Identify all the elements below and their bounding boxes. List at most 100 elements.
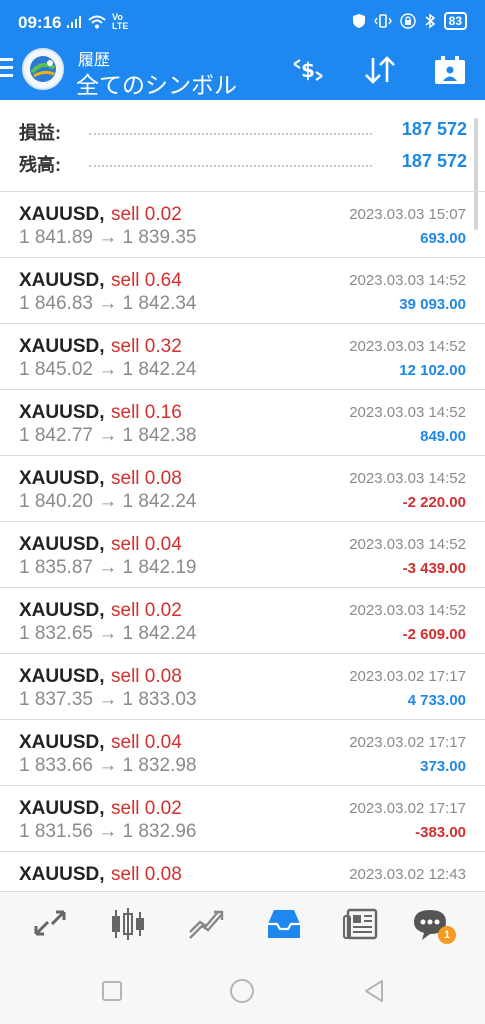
deal-profit: 39 093.00 — [399, 296, 466, 313]
deal-type: sell 0.08 — [111, 864, 182, 885]
deal-prices: 1 845.02 → 1 842.24 — [19, 359, 197, 380]
deal-type: sell 0.04 — [111, 534, 182, 555]
deal-profit: 12 102.00 — [399, 362, 466, 379]
deal-prices: 1 835.87 → 1 842.19 — [19, 557, 197, 578]
deal-row[interactable]: XAUUSD, sell 0.04 1 833.66 → 1 832.98 2023.… — [0, 720, 485, 786]
app-title: 全てのシンボル — [76, 72, 237, 98]
deal-row[interactable]: XAUUSD, sell 0.16 1 842.77 → 1 842.38 2023.… — [0, 390, 485, 456]
home-button[interactable] — [228, 977, 256, 1005]
bluetooth-icon — [425, 13, 435, 29]
deal-prices: 1 832.65 → 1 842.24 — [19, 623, 197, 644]
balance-dots — [89, 165, 372, 167]
deal-row[interactable]: XAUUSD, sell 0.08 2023.03.02 12:43 — [0, 852, 485, 891]
deal-row[interactable]: XAUUSD, sell 0.02 1 831.56 → 1 832.96 2023.… — [0, 786, 485, 852]
balance-label: 残高: — [19, 155, 61, 175]
deal-type: sell 0.64 — [111, 270, 182, 291]
deal-symbol: XAUUSD, — [19, 468, 105, 489]
svg-text:$: $ — [301, 58, 315, 82]
deal-symbol: XAUUSD, — [19, 600, 105, 621]
deal-row[interactable]: XAUUSD, sell 0.02 1 841.89 → 1 839.35 2023.… — [0, 192, 485, 258]
status-bar: 09:16 Vo LTE 83 — [0, 0, 485, 44]
deal-time: 2023.03.03 14:52 — [349, 602, 466, 619]
wifi-icon — [88, 15, 106, 29]
balance-row: 残高: 187 572 — [19, 151, 467, 179]
signal-icon — [67, 16, 81, 28]
deal-type: sell 0.04 — [111, 732, 182, 753]
currency-exchange-icon[interactable]: $ — [290, 54, 326, 86]
deal-profit: 373.00 — [420, 758, 466, 775]
vibrate-icon — [373, 14, 392, 28]
bottom-nav: 1 — [0, 891, 485, 957]
deal-prices: 1 833.66 → 1 832.98 — [19, 755, 197, 776]
deal-prices: 1 846.83 → 1 842.34 — [19, 293, 197, 314]
deal-time: 2023.03.02 17:17 — [349, 668, 466, 685]
deal-profit: -383.00 — [415, 824, 466, 841]
chart-icon[interactable] — [106, 904, 150, 944]
deal-symbol: XAUUSD, — [19, 864, 105, 885]
deal-symbol: XAUUSD, — [19, 336, 105, 357]
quotes-icon[interactable] — [28, 904, 72, 944]
system-nav-bar — [0, 957, 485, 1024]
messages-badge: 1 — [438, 926, 456, 944]
deal-type: sell 0.02 — [111, 204, 182, 225]
calendar-icon[interactable] — [432, 54, 468, 86]
back-button[interactable] — [360, 977, 388, 1005]
history-icon[interactable] — [262, 904, 306, 944]
deal-row[interactable]: XAUUSD, sell 0.64 1 846.83 → 1 842.34 2023.… — [0, 258, 485, 324]
deal-row[interactable]: XAUUSD, sell 0.08 1 837.35 → 1 833.03 2023.… — [0, 654, 485, 720]
trade-icon[interactable] — [184, 904, 228, 944]
status-left-icons: Vo LTE — [66, 13, 134, 31]
deal-symbol: XAUUSD, — [19, 204, 105, 225]
profit-label: 損益: — [19, 123, 61, 143]
deals-list[interactable]: XAUUSD, sell 0.02 1 841.89 → 1 839.35 2023.… — [0, 191, 485, 891]
status-right-icons: 83 — [352, 12, 467, 30]
menu-icon[interactable] — [0, 58, 14, 80]
news-icon[interactable] — [340, 904, 384, 944]
app-bar: 履歴 全てのシンボル $ — [0, 44, 485, 100]
app-logo-icon — [22, 48, 64, 90]
lock-icon — [399, 13, 416, 29]
deal-time: 2023.03.03 15:07 — [349, 206, 466, 223]
deal-profit: -3 439.00 — [402, 560, 466, 577]
deal-time: 2023.03.03 14:52 — [349, 272, 466, 289]
deal-row[interactable]: XAUUSD, sell 0.32 1 845.02 → 1 842.24 2023.… — [0, 324, 485, 390]
deal-type: sell 0.32 — [111, 336, 182, 357]
deal-time: 2023.03.03 14:52 — [349, 338, 466, 355]
deal-symbol: XAUUSD, — [19, 666, 105, 687]
profit-row: 損益: 187 572 — [19, 119, 467, 147]
network-label: Vo LTE — [112, 12, 129, 31]
deal-profit: 849.00 — [420, 428, 466, 445]
deal-type: sell 0.02 — [111, 600, 182, 621]
profit-value: 187 572 — [401, 119, 467, 139]
deal-type: sell 0.16 — [111, 402, 182, 423]
sort-icon[interactable] — [362, 54, 398, 86]
deal-symbol: XAUUSD, — [19, 534, 105, 555]
deal-prices: 1 841.89 → 1 839.35 — [19, 227, 197, 248]
deal-symbol: XAUUSD, — [19, 402, 105, 423]
deal-time: 2023.03.02 12:43 — [349, 866, 466, 883]
deal-prices: 1 837.35 → 1 833.03 — [19, 689, 197, 710]
deal-row[interactable]: XAUUSD, sell 0.02 1 832.65 → 1 842.24 2023.… — [0, 588, 485, 654]
profit-dots — [89, 133, 372, 135]
deal-row[interactable]: XAUUSD, sell 0.04 1 835.87 → 1 842.19 2023.… — [0, 522, 485, 588]
deal-prices: 1 831.56 → 1 832.96 — [19, 821, 197, 842]
deal-row[interactable]: XAUUSD, sell 0.08 1 840.20 → 1 842.24 2023.… — [0, 456, 485, 522]
deal-profit: -2 609.00 — [402, 626, 466, 643]
balance-value: 187 572 — [401, 151, 467, 171]
deal-time: 2023.03.02 17:17 — [349, 734, 466, 751]
deal-symbol: XAUUSD, — [19, 798, 105, 819]
messages-icon[interactable]: 1 — [410, 904, 456, 944]
deal-profit: 4 733.00 — [407, 692, 466, 709]
deal-prices: 1 840.20 → 1 842.24 — [19, 491, 197, 512]
deal-profit: -2 220.00 — [402, 494, 466, 511]
deal-time: 2023.03.03 14:52 — [349, 470, 466, 487]
status-time: 09:16 — [18, 13, 62, 32]
recents-button[interactable] — [98, 977, 126, 1005]
deal-time: 2023.03.03 14:52 — [349, 536, 466, 553]
deal-type: sell 0.08 — [111, 666, 182, 687]
deal-type: sell 0.08 — [111, 468, 182, 489]
deal-prices: 1 842.77 → 1 842.38 — [19, 425, 197, 446]
deal-symbol: XAUUSD, — [19, 732, 105, 753]
shield-icon — [352, 14, 365, 28]
summary-panel: 損益: 187 572 残高: 187 572 — [0, 100, 485, 191]
